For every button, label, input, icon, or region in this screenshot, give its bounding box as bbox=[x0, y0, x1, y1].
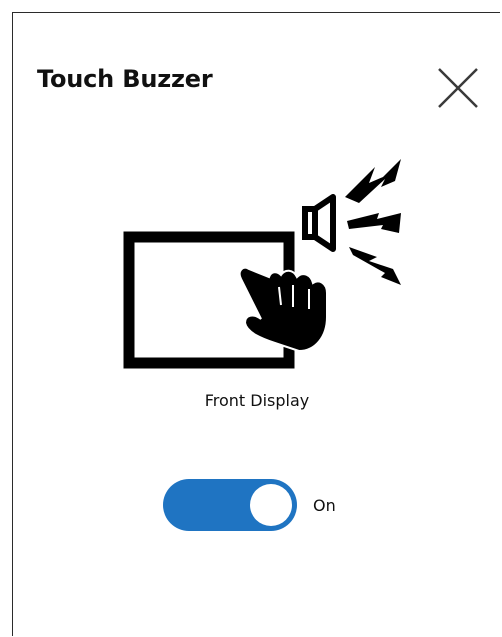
touch-buzzer-dialog: Touch Buzzer Front Display On bbox=[12, 12, 500, 636]
dialog-title: Touch Buzzer bbox=[37, 65, 213, 93]
touch-buzzer-icon bbox=[123, 159, 401, 369]
sound-waves-icon bbox=[345, 159, 401, 285]
display-caption: Front Display bbox=[204, 391, 310, 410]
toggle-state-label: On bbox=[313, 495, 336, 515]
speaker-icon bbox=[302, 194, 336, 252]
close-icon bbox=[438, 68, 478, 108]
hand-icon bbox=[238, 266, 328, 353]
close-button[interactable] bbox=[437, 67, 479, 109]
toggle-knob bbox=[250, 484, 292, 526]
buzzer-toggle-switch[interactable] bbox=[163, 479, 297, 531]
buzzer-toggle-row: On bbox=[163, 479, 336, 531]
